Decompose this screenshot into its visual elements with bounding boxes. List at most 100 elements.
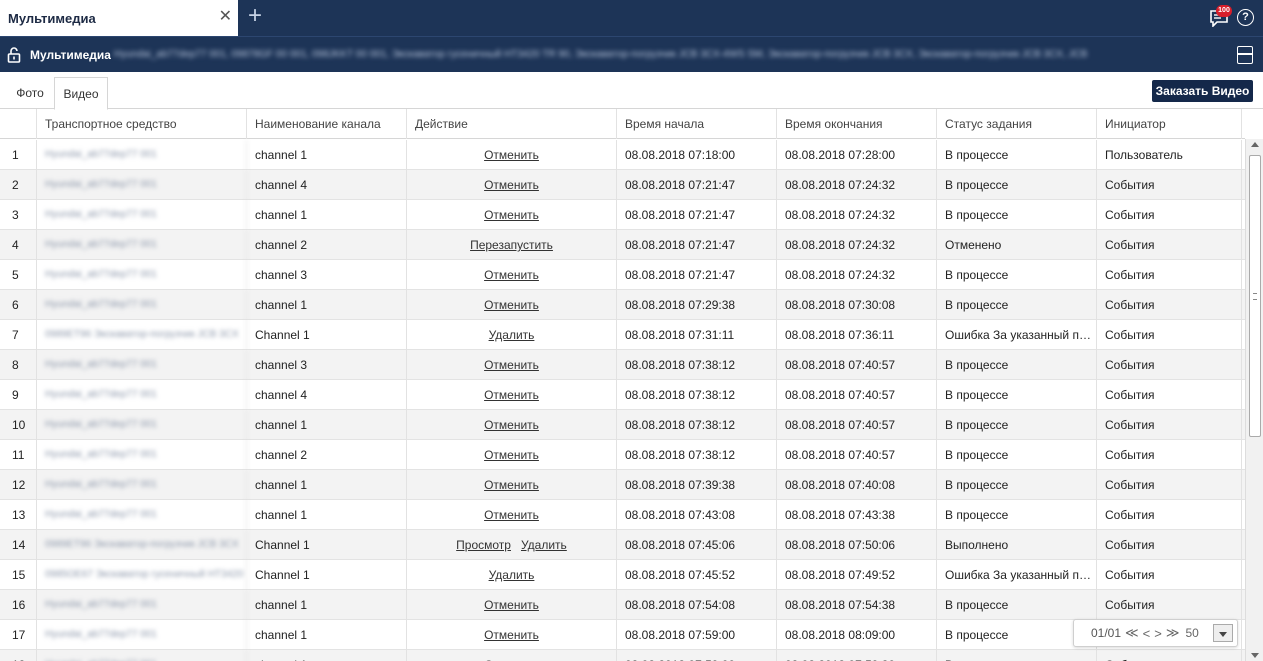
table-row[interactable]: 5 Hyundai_ab77dep77 001 channel 3 Отменить 0… <box>0 260 1245 290</box>
channel-name: channel 1 <box>247 410 407 440</box>
initiator: События <box>1097 320 1242 350</box>
action-link[interactable]: Перезапустить <box>470 238 553 252</box>
action-link[interactable]: Удалить <box>489 328 535 342</box>
action-link[interactable]: Удалить <box>521 538 567 552</box>
unlock-icon[interactable] <box>7 47 21 63</box>
row-number: 16 <box>0 590 37 620</box>
header-status[interactable]: Статус задания <box>937 109 1097 139</box>
table-row[interactable]: 8 Hyundai_ab77dep77 001 channel 3 Отменить 0… <box>0 350 1245 380</box>
row-number: 4 <box>0 230 37 260</box>
table-header: Транспортное средство Наименование канал… <box>0 109 1245 139</box>
order-video-button[interactable]: Заказать Видео <box>1152 80 1253 102</box>
action-link[interactable]: Отменить <box>484 448 539 462</box>
initiator: События <box>1097 410 1242 440</box>
start-time: 08.08.2018 07:21:47 <box>617 230 777 260</box>
tab-photo[interactable]: Фото <box>8 77 52 109</box>
vehicle-list-text: Hyundai_ab77dep77 001, 09878GF 00 001, 0… <box>114 49 1088 60</box>
table-row[interactable]: 15 0985OE67 Экскаватор гусеничный HT3420 C… <box>0 560 1245 590</box>
tab-multimedia[interactable]: Мультимедиа ✕ <box>0 0 238 36</box>
action-link[interactable]: Отменить <box>484 628 539 642</box>
layout-toggle-icon[interactable] <box>1237 46 1253 64</box>
page-size-value: 50 <box>1185 626 1199 640</box>
table-row[interactable]: 16 Hyundai_ab77dep77 001 channel 1 Отменить… <box>0 590 1245 620</box>
header-channel[interactable]: Наименование канала <box>247 109 407 139</box>
tab-title: Мультимедиа <box>8 10 96 26</box>
table-row[interactable]: 4 Hyundai_ab77dep77 001 channel 2 Перезапус… <box>0 230 1245 260</box>
vehicle-name: Hyundai_ab77dep77 001 <box>37 260 247 290</box>
row-number: 10 <box>0 410 37 440</box>
table-row[interactable]: 12 Hyundai_ab77dep77 001 channel 1 Отменить… <box>0 470 1245 500</box>
table-row[interactable]: 10 Hyundai_ab77dep77 001 channel 1 Отменить… <box>0 410 1245 440</box>
table-row[interactable]: 1 Hyundai_ab77dep77 001 channel 1 Отменить 0… <box>0 140 1245 170</box>
start-time: 08.08.2018 07:45:06 <box>617 530 777 560</box>
initiator: События <box>1097 590 1242 620</box>
vehicle-name: Hyundai_ab77dep77 001 <box>37 380 247 410</box>
action-link[interactable]: Отменить <box>484 358 539 372</box>
header-action[interactable]: Действие <box>407 109 617 139</box>
table-row[interactable]: 18Hyundai_ab77dep77 001channel 1Отменить… <box>0 650 1245 661</box>
action-link[interactable]: Отменить <box>484 178 539 192</box>
page-size-dropdown-icon[interactable] <box>1213 624 1233 642</box>
header-vehicle[interactable]: Транспортное средство <box>37 109 247 139</box>
channel-name: channel 2 <box>247 230 407 260</box>
tab-video[interactable]: Видео <box>54 77 108 110</box>
table-row[interactable]: 17 Hyundai_ab77dep77 001 channel 1 Отменить… <box>0 620 1245 650</box>
first-page-icon[interactable]: ≪ <box>1125 625 1139 641</box>
table-row[interactable]: 2 Hyundai_ab77dep77 001 channel 4 Отменить 0… <box>0 170 1245 200</box>
action-link[interactable]: Отменить <box>484 148 539 162</box>
prev-page-icon[interactable]: < <box>1143 626 1151 641</box>
table-row[interactable]: 14 0989ET96 Экскаватор-погрузчик JCB 3CX C… <box>0 530 1245 560</box>
close-icon[interactable]: ✕ <box>219 9 232 25</box>
action-link[interactable]: Просмотр <box>456 538 511 552</box>
action-link[interactable]: Отменить <box>484 418 539 432</box>
action-link[interactable]: Удалить <box>489 568 535 582</box>
action-link[interactable]: Отменить <box>484 208 539 222</box>
action-cell: Просмотр Удалить <box>407 530 617 560</box>
channel-name: Channel 1 <box>247 560 407 590</box>
add-tab-icon[interactable]: + <box>244 4 266 28</box>
scroll-up-icon[interactable] <box>1251 142 1259 147</box>
table-row[interactable]: 7 0989ET96 Экскаватор-погрузчик JCB 3CX Ch… <box>0 320 1245 350</box>
action-cell: Отменить <box>407 260 617 290</box>
task-status: В процессе <box>937 410 1097 440</box>
vertical-scrollbar[interactable] <box>1245 139 1263 661</box>
action-link[interactable]: Отменить <box>484 598 539 612</box>
channel-name: channel 1 <box>247 500 407 530</box>
action-link[interactable]: Отменить <box>484 388 539 402</box>
action-link[interactable]: Отменить <box>484 268 539 282</box>
start-time: 08.08.2018 07:59:00 <box>617 650 777 661</box>
end-time: 08.08.2018 07:24:32 <box>777 260 937 290</box>
end-time: 08.08.2018 07:54:38 <box>777 590 937 620</box>
action-link[interactable]: Отменить <box>484 298 539 312</box>
table-row[interactable]: 9 Hyundai_ab77dep77 001 channel 4 Отменить 0… <box>0 380 1245 410</box>
vehicle-name: Hyundai_ab77dep77 001 <box>37 200 247 230</box>
action-cell: Отменить <box>407 170 617 200</box>
task-status: В процессе <box>937 470 1097 500</box>
start-time: 08.08.2018 07:38:12 <box>617 350 777 380</box>
initiator: События <box>1097 260 1242 290</box>
end-time: 08.08.2018 07:40:57 <box>777 380 937 410</box>
table-row[interactable]: 3 Hyundai_ab77dep77 001 channel 1 Отменить 0… <box>0 200 1245 230</box>
table-row[interactable]: 13 Hyundai_ab77dep77 001 channel 1 Отменить… <box>0 500 1245 530</box>
header-end-time[interactable]: Время окончания <box>777 109 937 139</box>
last-page-icon[interactable]: ≫ <box>1166 625 1180 641</box>
action-cell: Отменить <box>407 650 617 661</box>
header-initiator[interactable]: Инициатор <box>1097 109 1242 139</box>
table-row[interactable]: 6 Hyundai_ab77dep77 001 channel 1 Отменить 0… <box>0 290 1245 320</box>
start-time: 08.08.2018 07:18:00 <box>617 140 777 170</box>
vehicle-name: Hyundai_ab77dep77 001 <box>37 590 247 620</box>
action-link[interactable]: Отменить <box>484 478 539 492</box>
next-page-icon[interactable]: > <box>1154 626 1162 641</box>
scrollbar-thumb[interactable] <box>1249 155 1261 437</box>
table-row[interactable]: 11 Hyundai_ab77dep77 001 channel 2 Отменить… <box>0 440 1245 470</box>
scroll-down-icon[interactable] <box>1251 653 1259 658</box>
action-link[interactable]: Отменить <box>484 508 539 522</box>
channel-name: channel 1 <box>247 470 407 500</box>
end-time: 08.08.2018 07:43:38 <box>777 500 937 530</box>
end-time: 08.08.2018 07:36:11 <box>777 320 937 350</box>
vehicle-name: 0989ET96 Экскаватор-погрузчик JCB 3CX <box>37 530 247 560</box>
task-status: В процессе <box>937 170 1097 200</box>
help-icon[interactable]: ? <box>1237 9 1254 26</box>
header-start-time[interactable]: Время начала <box>617 109 777 139</box>
initiator: События <box>1097 290 1242 320</box>
